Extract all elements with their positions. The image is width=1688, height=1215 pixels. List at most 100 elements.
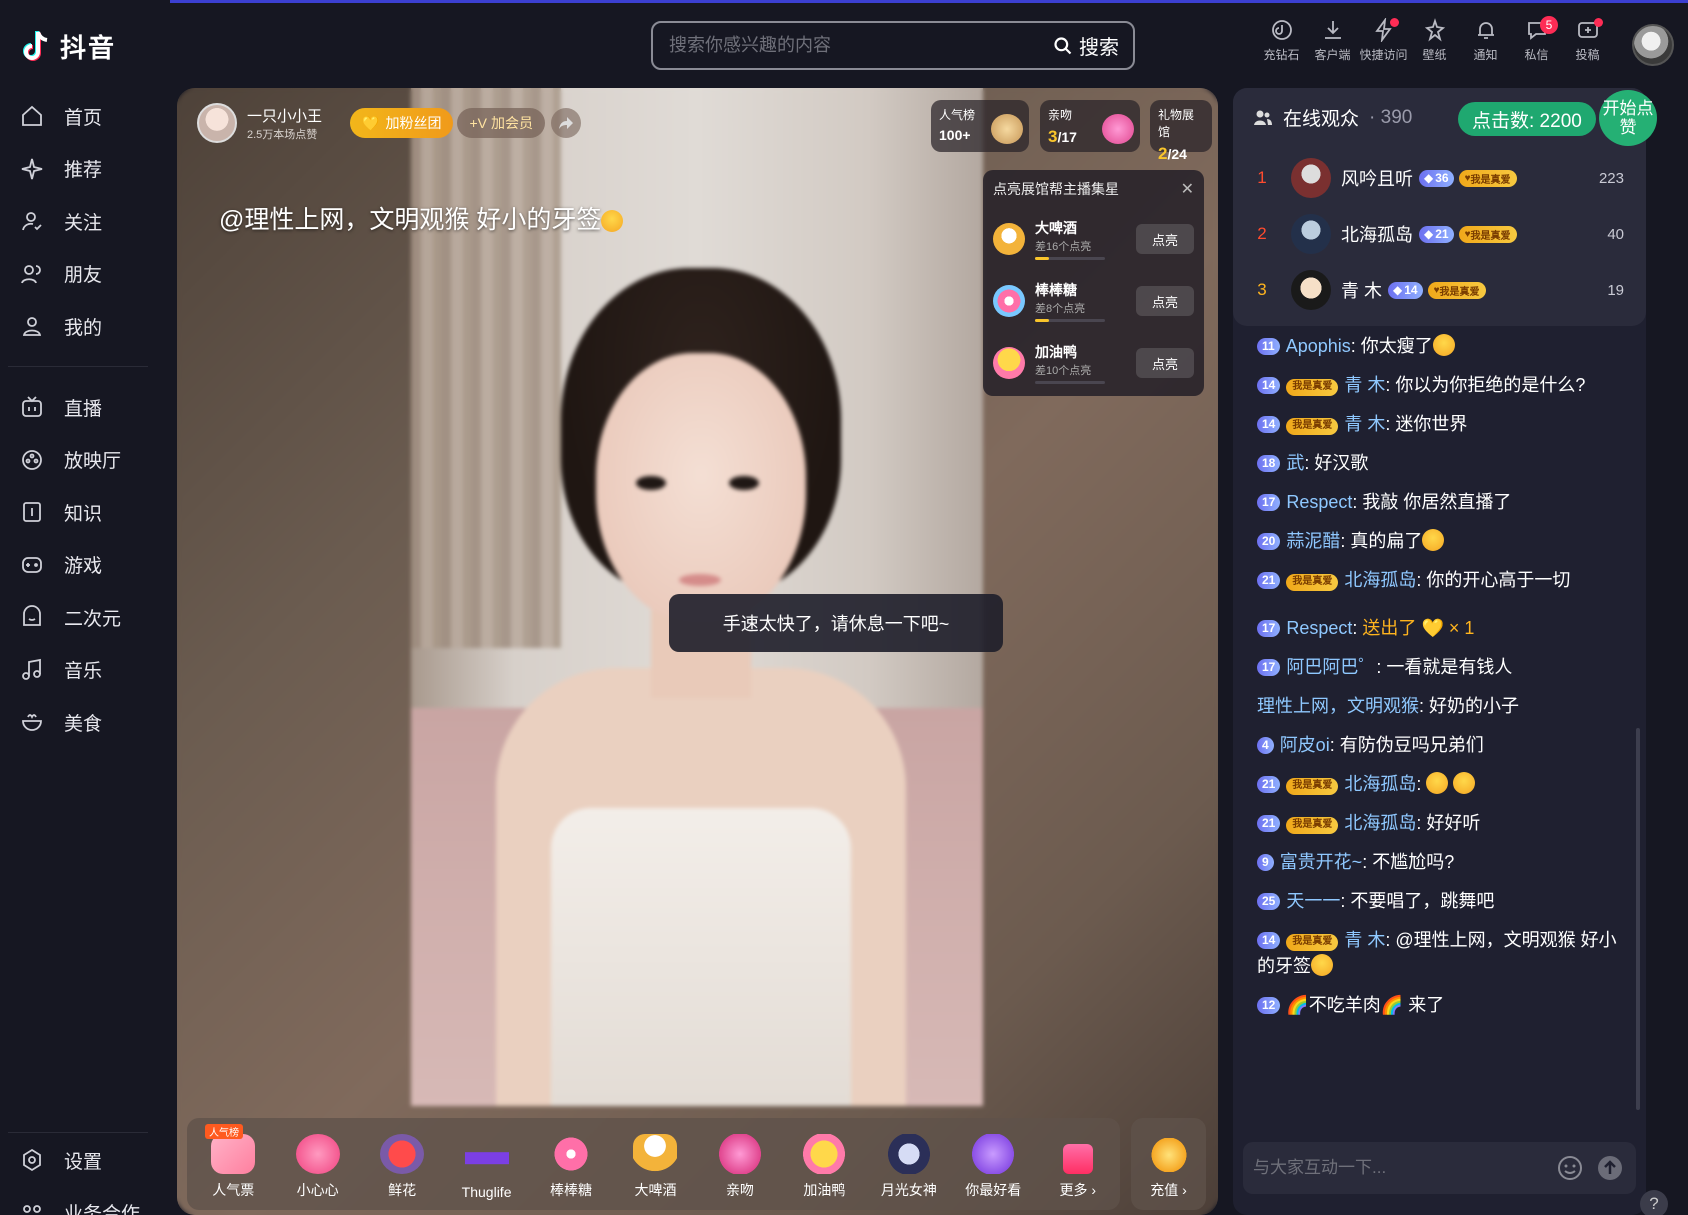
sidebar-item-anime[interactable]: 二次元 — [0, 591, 170, 644]
viewer-name: 青 木 — [1341, 281, 1383, 301]
chat-text: 你的开心高于一切 — [1426, 570, 1571, 590]
more-gifts-button[interactable]: 更多 › — [1036, 1118, 1120, 1210]
join-vip-button[interactable]: +V 加会员 — [457, 108, 545, 138]
lightup-button[interactable]: 点亮 — [1136, 348, 1194, 378]
recharge-button[interactable]: 充值 › — [1131, 1118, 1206, 1210]
chat-username[interactable]: Apophis — [1286, 336, 1351, 356]
sidebar-item-music[interactable]: 音乐 — [0, 644, 170, 697]
gift-item[interactable]: 加油鸭 — [782, 1118, 866, 1210]
lightup-gallery-panel: 点亮展馆帮主播集星 ✕ 大啤酒 差16个点亮 点亮 棒棒糖 差8个点亮 点亮 加油鸭差… — [983, 170, 1204, 396]
gift-item[interactable]: 大啤酒 — [613, 1118, 697, 1210]
share-button[interactable] — [550, 108, 581, 138]
chat-username[interactable]: Respect — [1286, 618, 1352, 638]
heart-badge-icon: 💛 — [362, 114, 380, 131]
gift-item[interactable]: 鲜花 — [360, 1118, 444, 1210]
sidebar-item-business[interactable]: 业务合作 — [0, 1187, 170, 1215]
sidebar-item-settings[interactable]: 设置 — [0, 1134, 170, 1187]
sidebar-item-knowledge[interactable]: 知识 — [0, 486, 170, 539]
gift-item[interactable]: Thuglife — [444, 1118, 528, 1210]
tool-upload[interactable]: 投稿 — [1562, 18, 1613, 63]
chat-username[interactable]: 青 木 — [1344, 375, 1385, 395]
chat-username[interactable]: 青 木 — [1344, 930, 1385, 950]
gift-item[interactable]: 月光女神 — [867, 1118, 951, 1210]
chat-username[interactable]: 北海孤岛 — [1344, 570, 1416, 590]
help-icon[interactable]: ? — [1640, 1190, 1668, 1215]
tool-notifications[interactable]: 通知 — [1460, 18, 1511, 63]
online-viewers-header: 在线观众 · 390 — [1253, 104, 1412, 131]
laugh-emoji-icon — [1432, 334, 1455, 356]
level-badge: 14 — [1257, 376, 1281, 394]
chat-message: 9 富贵开花~: 不尴尬吗? — [1257, 849, 1627, 875]
lightup-progress-fill — [1035, 319, 1049, 322]
level-badge: 21 — [1257, 571, 1281, 589]
chat-username[interactable]: 青 木 — [1344, 414, 1385, 434]
chat-username[interactable]: 富贵开花~ — [1280, 852, 1363, 872]
tool-messages[interactable]: 5 私信 — [1511, 16, 1562, 63]
viewer-name: 北海孤岛 — [1341, 225, 1413, 245]
chat-message: 4 阿皮oi: 有防伪豆吗兄弟们 — [1257, 732, 1627, 758]
viewer-rank: 2 — [1257, 224, 1267, 243]
fan-club-badge: ♥ 我是真爱 — [1458, 169, 1517, 187]
chat-message: 21 我是真爱 北海孤岛: — [1257, 771, 1627, 797]
host-name[interactable]: 一只小小王 — [247, 105, 322, 126]
chat-username[interactable]: 阿巴阿巴゜ — [1286, 657, 1376, 677]
sidebar-item-home[interactable]: 首页 — [0, 90, 170, 143]
viewer-rank-row[interactable]: 2 北海孤岛 ◆ 21 ♥ 我是真爱 40 — [1233, 206, 1646, 262]
chat-username[interactable]: 武 — [1286, 453, 1304, 473]
gift-item[interactable]: 棒棒糖 — [529, 1118, 613, 1210]
sidebar-item-label: 设置 — [64, 1151, 103, 1173]
tool-wallpaper[interactable]: 壁纸 — [1409, 18, 1460, 63]
lollipop-gift-icon — [549, 1134, 594, 1174]
sidebar-item-me[interactable]: 我的 — [0, 300, 170, 353]
app-logo[interactable]: 抖音 — [18, 28, 116, 65]
viewer-rank-row[interactable]: 3 青 木 ◆ 14 ♥ 我是真爱 19 — [1233, 262, 1646, 318]
tool-label: 快捷访问 — [1359, 48, 1408, 62]
tool-recharge-diamond[interactable]: 充钻石 — [1256, 18, 1307, 63]
sidebar-item-friends[interactable]: 朋友 — [0, 248, 170, 301]
sidebar-item-cinema[interactable]: 放映厅 — [0, 434, 170, 487]
popularity-rank-box[interactable]: 人气榜 100+ — [931, 100, 1029, 152]
tool-label: 投稿 — [1575, 48, 1600, 62]
chat-text: 好好听 — [1426, 813, 1481, 833]
gift-item[interactable]: 小心心 — [275, 1118, 359, 1210]
chat-scrollbar[interactable] — [1636, 728, 1640, 1110]
gift-item[interactable]: 人气榜 人气票 — [191, 1118, 275, 1210]
user-avatar[interactable] — [1632, 24, 1674, 66]
kiss-progress-box[interactable]: 亲吻 3/17 — [1040, 100, 1140, 152]
search-button[interactable]: 搜索 — [1039, 31, 1133, 60]
chat-username[interactable]: 🌈不吃羊肉🌈 — [1286, 995, 1403, 1015]
sidebar-item-live[interactable]: 直播 — [0, 381, 170, 434]
chat-username[interactable]: 蒜泥醋 — [1286, 531, 1340, 551]
gift-item[interactable]: 你最好看 — [951, 1118, 1035, 1210]
chat-username[interactable]: 阿皮oi — [1280, 735, 1330, 755]
moon-goddess-gift-icon — [886, 1134, 931, 1174]
tool-quick-access[interactable]: 快捷访问 — [1358, 18, 1409, 63]
start-like-button[interactable]: 开始点赞 — [1599, 90, 1657, 146]
anime-icon — [20, 605, 44, 629]
send-icon[interactable] — [1596, 1154, 1624, 1182]
host-avatar[interactable] — [197, 103, 237, 143]
chat-username[interactable]: 理性上网，文明观猴 — [1257, 696, 1419, 716]
sidebar-item-games[interactable]: 游戏 — [0, 539, 170, 592]
lightup-button[interactable]: 点亮 — [1136, 286, 1194, 316]
gift-item[interactable]: 亲吻 — [698, 1118, 782, 1210]
sidebar-item-label: 游戏 — [64, 556, 103, 578]
fan-club-badge: ♥ 我是真爱 — [1427, 281, 1486, 299]
close-icon[interactable]: ✕ — [1181, 179, 1194, 199]
gift-gallery-box[interactable]: 礼物展馆 2/24 — [1150, 100, 1212, 163]
join-fan-club-button[interactable]: 💛 加粉丝团 — [350, 108, 454, 138]
chat-input[interactable] — [1253, 1158, 1556, 1178]
sidebar-item-food[interactable]: 美食 — [0, 696, 170, 749]
chat-username[interactable]: 北海孤岛 — [1344, 813, 1416, 833]
emoji-picker-icon[interactable] — [1556, 1154, 1584, 1182]
chat-username[interactable]: 北海孤岛 — [1344, 774, 1416, 794]
sidebar-item-follow[interactable]: 关注 — [0, 195, 170, 248]
viewer-rank-row[interactable]: 1 风吟且听 ◆ 36 ♥ 我是真爱 223 — [1233, 150, 1646, 206]
search-input[interactable] — [669, 35, 1039, 56]
fan-club-badge: 我是真爱 — [1286, 378, 1339, 396]
chat-username[interactable]: Respect — [1286, 492, 1352, 512]
sidebar-item-recommend[interactable]: 推荐 — [0, 143, 170, 196]
tool-client[interactable]: 客户端 — [1307, 18, 1358, 63]
lightup-button[interactable]: 点亮 — [1136, 224, 1194, 254]
chat-username[interactable]: 天一一 — [1286, 891, 1340, 911]
